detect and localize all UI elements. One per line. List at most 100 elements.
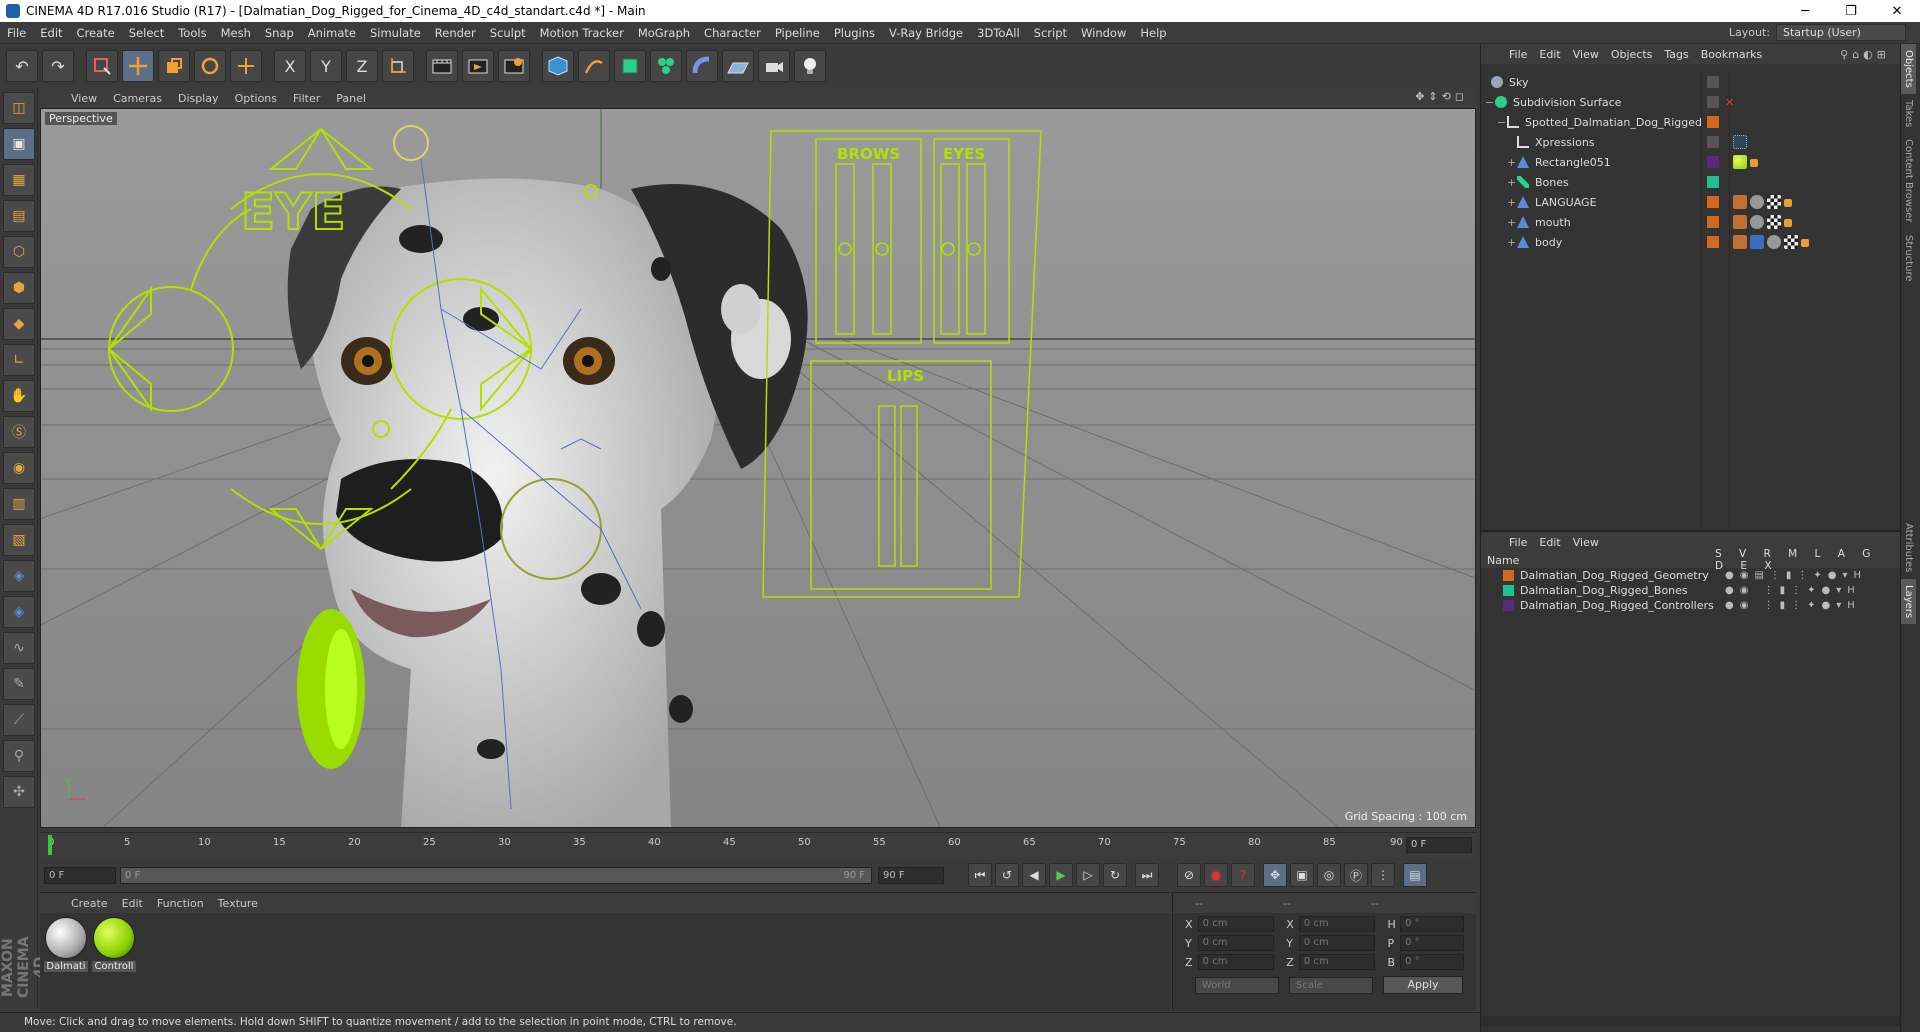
recent-tool-icon[interactable] bbox=[230, 50, 262, 82]
go-to-end-icon[interactable]: ⏭ bbox=[1135, 863, 1159, 887]
record-position-icon[interactable]: ✥ bbox=[1263, 863, 1287, 887]
record-parameter-icon[interactable]: Ⓟ bbox=[1344, 863, 1368, 887]
menu-animate[interactable]: Animate bbox=[301, 26, 363, 40]
previous-key-icon[interactable]: ↺ bbox=[995, 863, 1019, 887]
record-scale-icon[interactable]: ▣ bbox=[1290, 863, 1314, 887]
keyframe-selection-icon[interactable]: ? bbox=[1231, 863, 1255, 887]
floor-environment-icon[interactable] bbox=[722, 50, 754, 82]
preview-range-slider[interactable]: 0 F 90 F bbox=[120, 866, 872, 884]
menu-script[interactable]: Script bbox=[1027, 26, 1074, 40]
current-frame-field[interactable]: 0 F bbox=[1406, 837, 1472, 853]
menu-motion-tracker[interactable]: Motion Tracker bbox=[533, 26, 631, 40]
position-y-field[interactable]: 0 cm bbox=[1197, 935, 1275, 951]
undo-button[interactable]: ↶ bbox=[6, 50, 38, 82]
record-keys-icon[interactable]: ⊘ bbox=[1177, 863, 1201, 887]
material-menu-function[interactable]: Function bbox=[150, 897, 211, 910]
tab-objects[interactable]: Objects bbox=[1901, 44, 1916, 94]
texture-tag-icon[interactable] bbox=[1767, 195, 1781, 209]
end-frame-field[interactable]: 90 F bbox=[878, 866, 944, 884]
menu-tools[interactable]: Tools bbox=[171, 26, 213, 40]
layer-row-geometry[interactable]: Dalmatian_Dog_Rigged_Geometry ●◉▤⋮▮⋮✦●▾H bbox=[1481, 568, 1901, 583]
object-row-sky[interactable]: Sky bbox=[1481, 72, 1901, 92]
paint-tool-icon[interactable]: ✎ bbox=[3, 668, 35, 700]
layer-color-swatch[interactable] bbox=[1707, 156, 1719, 168]
layer-color-swatch[interactable] bbox=[1503, 585, 1514, 596]
z-axis-lock-button[interactable]: Z bbox=[346, 50, 378, 82]
menu-snap[interactable]: Snap bbox=[258, 26, 301, 40]
skin-tag-icon[interactable] bbox=[1733, 195, 1747, 209]
render-settings-icon[interactable] bbox=[498, 50, 530, 82]
tweak-mode-icon[interactable]: ✋ bbox=[3, 380, 35, 412]
object-row-bones[interactable]: + Bones bbox=[1481, 172, 1901, 192]
objects-menu-objects[interactable]: Objects bbox=[1605, 48, 1659, 61]
position-x-field[interactable]: 0 cm bbox=[1197, 916, 1275, 932]
tab-content-browser[interactable]: Content Browser bbox=[1901, 133, 1916, 228]
edges-mode-icon[interactable]: ⬢ bbox=[3, 272, 35, 304]
material-tag-icon[interactable] bbox=[1750, 215, 1764, 229]
layer-color-swatch[interactable] bbox=[1707, 236, 1719, 248]
x-axis-lock-button[interactable]: X bbox=[274, 50, 306, 82]
position-z-field[interactable]: 0 cm bbox=[1197, 954, 1275, 970]
rotation-p-field[interactable]: 0 ° bbox=[1400, 935, 1465, 951]
viewport-navigation-icons[interactable]: ✥⇕⟲◻ bbox=[1415, 90, 1468, 103]
menu-sculpt[interactable]: Sculpt bbox=[483, 26, 533, 40]
workplane-mode-icon[interactable]: ▤ bbox=[3, 200, 35, 232]
layer-color-swatch[interactable] bbox=[1707, 216, 1719, 228]
weight-tag-icon[interactable] bbox=[1801, 239, 1809, 247]
size-z-field[interactable]: 0 cm bbox=[1298, 954, 1376, 970]
object-row-language[interactable]: + LANGUAGE bbox=[1481, 192, 1901, 212]
tab-attributes[interactable]: Attributes bbox=[1901, 517, 1916, 578]
layer-color-swatch[interactable] bbox=[1707, 196, 1719, 208]
menu-pipeline[interactable]: Pipeline bbox=[768, 26, 827, 40]
maximize-button[interactable]: ❐ bbox=[1828, 4, 1874, 19]
layer-color-swatch[interactable] bbox=[1707, 176, 1719, 188]
size-x-field[interactable]: 0 cm bbox=[1298, 916, 1376, 932]
python-script-2-icon[interactable]: ◈ bbox=[3, 596, 35, 628]
menu-file[interactable]: File bbox=[0, 26, 33, 40]
record-point-level-icon[interactable]: ⋮ bbox=[1371, 863, 1395, 887]
constraint-tag-icon[interactable] bbox=[1750, 159, 1758, 167]
texture-mode-icon[interactable]: ▦ bbox=[3, 164, 35, 196]
object-row-body[interactable]: + body bbox=[1481, 232, 1901, 252]
cube-primitive-icon[interactable] bbox=[542, 50, 574, 82]
layer-color-swatch[interactable] bbox=[1503, 570, 1514, 581]
snap-settings-icon[interactable]: ▧ bbox=[3, 524, 35, 556]
menu-create[interactable]: Create bbox=[70, 26, 122, 40]
misc-tool-icon[interactable]: ✣ bbox=[3, 776, 35, 808]
layer-row-bones[interactable]: Dalmatian_Dog_Rigged_Bones ●◉ ⋮▮⋮✦●▾H bbox=[1481, 583, 1901, 598]
material-tag-icon[interactable] bbox=[1767, 235, 1781, 249]
viewport-menu-panel[interactable]: Panel bbox=[329, 92, 373, 105]
timeline-window-icon[interactable]: ▤ bbox=[1403, 863, 1427, 887]
autokeying-icon[interactable]: ● bbox=[1204, 863, 1228, 887]
axis-mode-icon[interactable]: ∟ bbox=[3, 344, 35, 376]
layer-flag-toggles[interactable]: ●◉ ⋮▮⋮✦●▾H bbox=[1725, 600, 1861, 611]
coordinate-space-dropdown[interactable]: World bbox=[1195, 976, 1279, 994]
object-row-xpressions[interactable]: Xpressions bbox=[1481, 132, 1901, 152]
previous-frame-icon[interactable]: ◀ bbox=[1022, 863, 1046, 887]
magnet-snap-icon[interactable]: ◉ bbox=[3, 452, 35, 484]
points-mode-icon[interactable]: ⬡ bbox=[3, 236, 35, 268]
material-swatch-controller[interactable]: Controll bbox=[92, 917, 136, 972]
layer-row-controllers[interactable]: Dalmatian_Dog_Rigged_Controllers ●◉ ⋮▮⋮✦… bbox=[1481, 598, 1901, 613]
layer-flag-toggles[interactable]: ●◉▤⋮▮⋮✦●▾H bbox=[1725, 570, 1867, 581]
objects-menu-view[interactable]: View bbox=[1567, 48, 1605, 61]
lasso-tool-icon[interactable]: ∿ bbox=[3, 632, 35, 664]
apply-button[interactable]: Apply bbox=[1383, 976, 1463, 994]
spline-pen-icon[interactable] bbox=[578, 50, 610, 82]
render-view-icon[interactable] bbox=[426, 50, 458, 82]
weight-tag-icon[interactable] bbox=[1784, 199, 1792, 207]
brush-tool-icon[interactable]: ⚲ bbox=[3, 740, 35, 772]
live-selection-icon[interactable] bbox=[86, 50, 118, 82]
objects-menu-tags[interactable]: Tags bbox=[1658, 48, 1694, 61]
menu-window[interactable]: Window bbox=[1074, 26, 1133, 40]
go-to-start-icon[interactable]: ⏮ bbox=[968, 863, 992, 887]
redo-button[interactable]: ↷ bbox=[42, 50, 74, 82]
solo-mode-icon[interactable]: Ⓢ bbox=[3, 416, 35, 448]
ik-tag-icon[interactable] bbox=[1750, 235, 1764, 249]
next-frame-icon[interactable]: ▷ bbox=[1076, 863, 1100, 887]
texture-tag-icon[interactable] bbox=[1784, 235, 1798, 249]
close-button[interactable]: ✕ bbox=[1874, 4, 1920, 19]
layers-menu-file[interactable]: File bbox=[1503, 536, 1533, 549]
next-key-icon[interactable]: ↻ bbox=[1103, 863, 1127, 887]
viewport-menu-cameras[interactable]: Cameras bbox=[106, 92, 169, 105]
